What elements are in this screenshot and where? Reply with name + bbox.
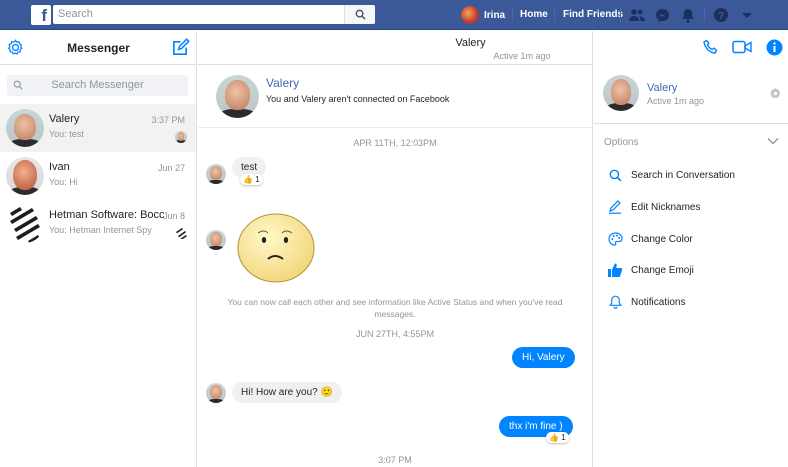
option-notifications[interactable]: Notifications xyxy=(606,293,685,311)
search-button[interactable] xyxy=(344,5,375,24)
conversation-item-hetman-software[interactable]: Hetman Software: Восстан... You: Hetman … xyxy=(0,200,196,248)
incoming-message[interactable]: Hi! How are you? 🙂 xyxy=(232,382,342,403)
message-reaction[interactable]: 👍 1 xyxy=(546,432,569,443)
connection-info-text: You can now call each other and see info… xyxy=(227,297,563,319)
avatar xyxy=(6,157,44,195)
intro-connection-note: You and Valery aren't connected on Faceb… xyxy=(266,94,450,104)
option-label: Edit Nicknames xyxy=(631,201,701,213)
user-avatar xyxy=(461,6,479,24)
sad-face-sticker-icon[interactable] xyxy=(236,207,316,285)
messenger-icon[interactable] xyxy=(653,6,671,24)
search-icon xyxy=(606,166,624,184)
outgoing-message[interactable]: Hi, Valery xyxy=(512,347,575,368)
thumbs-up-reaction-icon: 👍 xyxy=(549,433,559,442)
conversation-item-ivan[interactable]: Ivan You: Hi Jun 27 xyxy=(0,152,196,200)
conversation-snippet: You: test xyxy=(49,129,84,139)
conversation-sidebar: Messenger Search Messenger Valery You: t… xyxy=(0,31,197,467)
notifications-icon[interactable] xyxy=(679,6,697,24)
search-icon xyxy=(13,80,23,90)
thumbs-up-reaction-icon: 👍 xyxy=(243,175,253,184)
timestamp-divider: JUN 27TH, 4:55PM xyxy=(355,329,435,339)
smile-emoji-icon: 🙂 xyxy=(320,387,333,398)
bell-icon xyxy=(606,293,624,311)
reaction-count: 1 xyxy=(255,175,260,184)
conversation-name: Ivan xyxy=(49,161,70,173)
conversation-item-valery[interactable]: Valery You: test 3:37 PM xyxy=(0,104,196,152)
facebook-search-input[interactable]: Search xyxy=(53,5,375,24)
details-contact-name[interactable]: Valery xyxy=(647,82,677,94)
read-receipt-hetman-icon xyxy=(176,228,187,239)
message-reaction[interactable]: 👍 1 xyxy=(240,174,263,185)
conversation-name: Valery xyxy=(49,113,80,125)
option-label: Search in Conversation xyxy=(631,169,735,181)
profile-link[interactable]: Irina xyxy=(461,5,505,25)
option-change-color[interactable]: Change Color xyxy=(606,230,693,248)
facebook-logo-icon[interactable]: f xyxy=(31,5,51,25)
option-label: Change Color xyxy=(631,233,693,245)
account-menu-chevron-icon[interactable] xyxy=(738,6,756,24)
details-settings-gear-icon[interactable] xyxy=(769,87,782,100)
svg-text:?: ? xyxy=(718,11,724,22)
chat-header: Valery Active 1m ago xyxy=(198,31,592,65)
chat-contact-name[interactable]: Valery xyxy=(198,37,743,49)
avatar[interactable] xyxy=(603,75,639,111)
reaction-count: 1 xyxy=(561,433,566,442)
messenger-search-input[interactable]: Search Messenger xyxy=(7,75,188,96)
option-label: Notifications xyxy=(631,296,686,308)
hetman-logo-avatar xyxy=(6,205,44,243)
thumbs-up-icon xyxy=(606,261,624,279)
options-section-label[interactable]: Options xyxy=(604,137,638,148)
option-search-in-conversation[interactable]: Search in Conversation xyxy=(606,166,735,184)
conversation-time: Jun 27 xyxy=(157,163,185,173)
chat-panel: Valery Active 1m ago Valery You and Vale… xyxy=(198,31,593,467)
pencil-icon xyxy=(606,198,624,216)
conversation-info-icon[interactable] xyxy=(766,39,783,56)
conversation-time: Jun 8 xyxy=(162,211,185,221)
sender-avatar xyxy=(206,383,226,403)
sender-avatar xyxy=(206,230,226,250)
divider xyxy=(594,123,788,124)
chat-active-status: Active 1m ago xyxy=(493,51,551,61)
messenger-search-placeholder: Search Messenger xyxy=(51,79,144,91)
divider xyxy=(512,8,513,22)
avatar[interactable] xyxy=(216,75,259,118)
user-name: Irina xyxy=(484,9,506,21)
video-call-icon[interactable] xyxy=(732,40,752,54)
sender-avatar xyxy=(206,164,226,184)
top-navigation-bar: f Search Irina Home Find Friends ? xyxy=(0,0,788,30)
conversation-snippet: You: Hetman Internet Spy xyxy=(49,225,152,235)
option-change-emoji[interactable]: Change Emoji xyxy=(606,261,694,279)
option-label: Change Emoji xyxy=(631,264,694,276)
sidebar-header: Messenger xyxy=(0,31,196,65)
help-icon[interactable]: ? xyxy=(712,6,730,24)
messenger-title: Messenger xyxy=(67,41,130,55)
conversation-details-panel: Valery Active 1m ago Options Search in C… xyxy=(594,67,788,467)
conversation-intro: Valery You and Valery aren't connected o… xyxy=(198,66,592,128)
divider xyxy=(704,8,705,22)
option-edit-nicknames[interactable]: Edit Nicknames xyxy=(606,198,700,216)
details-active-status: Active 1m ago xyxy=(647,96,705,106)
palette-icon xyxy=(606,230,624,248)
conversation-name: Hetman Software: Восстан... xyxy=(49,209,164,221)
read-receipt-avatar xyxy=(175,131,187,143)
chevron-down-icon[interactable] xyxy=(767,137,779,145)
timestamp-divider: 3:07 PM xyxy=(378,455,412,465)
conversation-snippet: You: Hi xyxy=(49,177,78,187)
intro-contact-name[interactable]: Valery xyxy=(266,76,299,90)
conversation-time: 3:37 PM xyxy=(151,115,185,125)
find-friends-link[interactable]: Find Friends xyxy=(563,9,623,20)
voice-call-icon[interactable] xyxy=(703,39,719,55)
divider xyxy=(554,8,555,22)
message-text: Hi! How are you? xyxy=(241,387,318,398)
avatar xyxy=(6,109,44,147)
friend-requests-icon[interactable] xyxy=(628,6,646,24)
search-icon xyxy=(355,9,366,20)
divider xyxy=(620,8,621,22)
timestamp-divider: APR 11TH, 12:03PM xyxy=(353,138,437,148)
new-message-icon[interactable] xyxy=(171,38,190,57)
home-link[interactable]: Home xyxy=(520,9,548,20)
